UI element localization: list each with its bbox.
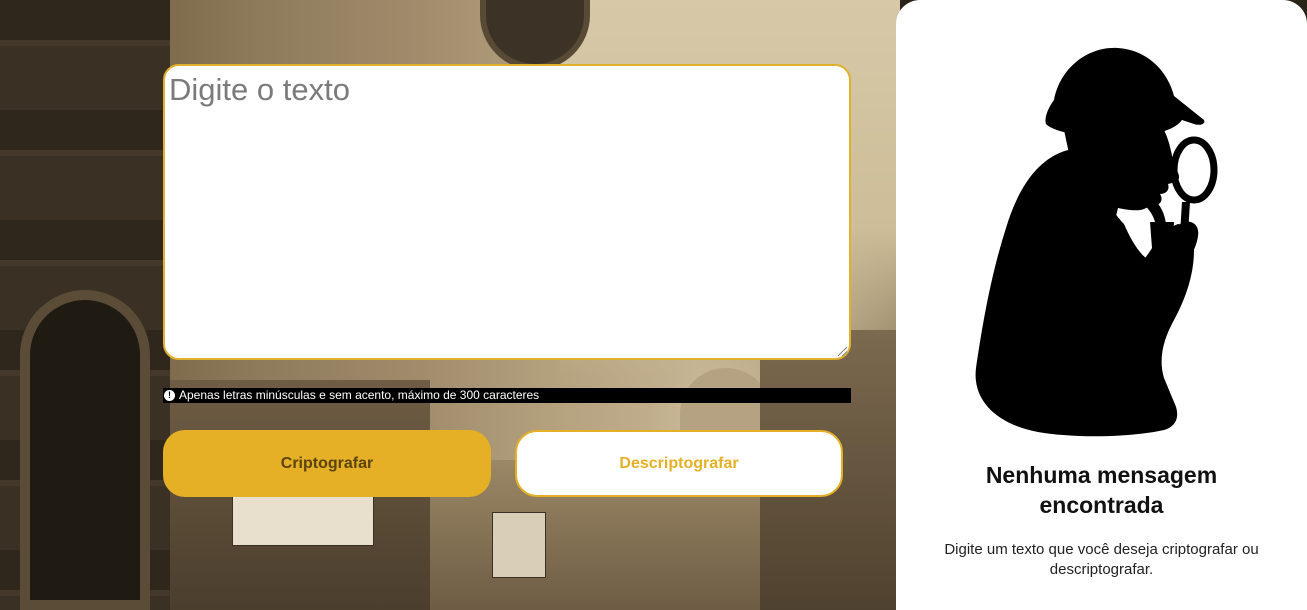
app-page: ! Apenas letras minúsculas e sem acento,… [0, 0, 1307, 610]
decrypt-button[interactable]: Descriptografar [515, 430, 843, 497]
encrypt-button[interactable]: Criptografar [163, 430, 491, 497]
detective-silhouette-icon [975, 47, 1218, 437]
empty-state-title: Nenhuma mensagem encontrada [985, 462, 1218, 518]
empty-state-description: Digite um texto que você deseja criptogr… [944, 541, 1259, 578]
resize-handle-icon[interactable] [838, 347, 847, 356]
input-hint: ! Apenas letras minúsculas e sem acento,… [163, 388, 851, 403]
text-input-container [163, 64, 851, 360]
output-panel: Nenhuma mensagem encontrada Digite um te… [896, 0, 1307, 610]
info-icon: ! [164, 390, 175, 401]
input-hint-text: Apenas letras minúsculas e sem acento, m… [179, 388, 540, 402]
text-input[interactable] [165, 66, 849, 358]
